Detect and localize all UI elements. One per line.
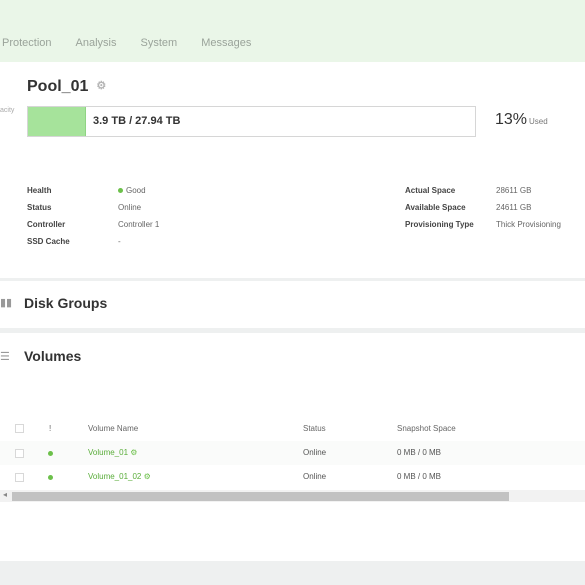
pool-name: Pool_01 xyxy=(27,78,89,95)
row-status-dot xyxy=(48,451,53,456)
gear-icon[interactable]: ⚙ xyxy=(96,79,106,92)
capacity-text: 3.9 TB / 27.94 TB xyxy=(93,115,181,127)
database-icon: ☰ xyxy=(0,351,10,363)
available-space-label: Available Space xyxy=(405,203,466,212)
gear-icon[interactable]: ⚙ xyxy=(144,472,151,481)
scroll-left-icon[interactable]: ◂ xyxy=(3,490,7,499)
provisioning-type-label: Provisioning Type xyxy=(405,220,474,229)
volume-status-cell: Online xyxy=(303,472,327,481)
health-value: Good xyxy=(118,186,146,195)
volumes-panel: ☰ Volumes ! Volume Name Status Snapshot … xyxy=(0,333,585,561)
disk-group-icon: ▮▮ xyxy=(0,297,13,309)
column-alert: ! xyxy=(49,424,52,433)
column-volume-name[interactable]: Volume Name xyxy=(88,424,138,433)
controller-label: Controller xyxy=(27,220,66,229)
used-percent: 13% Used xyxy=(495,111,548,129)
controller-value: Controller 1 xyxy=(118,220,160,229)
snapshot-space-cell: 0 MB / 0 MB xyxy=(397,472,442,481)
row-status-dot xyxy=(48,475,53,480)
available-space-value: 24611 GB xyxy=(496,203,532,212)
actual-space-label: Actual Space xyxy=(405,186,456,195)
volume-name-cell[interactable]: Volume_01 ⚙ xyxy=(88,448,137,457)
column-snapshot-space[interactable]: Snapshot Space xyxy=(397,424,456,433)
scrollbar-thumb[interactable] xyxy=(12,492,509,501)
actual-space-value: 28611 GB xyxy=(496,186,532,195)
health-label: Health xyxy=(27,186,52,195)
nav-messages[interactable]: Messages xyxy=(201,37,251,49)
ssd-cache-label: SSD Cache xyxy=(27,237,70,246)
horizontal-scrollbar[interactable]: ◂ xyxy=(0,490,585,502)
provisioning-type-value: Thick Provisioning xyxy=(496,220,561,229)
gear-icon[interactable]: ⚙ xyxy=(130,448,137,457)
top-navigation-bar: Protection Analysis System Messages xyxy=(0,0,585,62)
snapshot-space-cell: 0 MB / 0 MB xyxy=(397,448,442,457)
used-label: Used xyxy=(529,117,548,126)
capacity-bar: 3.9 TB / 27.94 TB xyxy=(27,106,476,137)
row-checkbox[interactable] xyxy=(15,473,24,482)
used-percent-value: 13% xyxy=(495,111,528,128)
status-value: Online xyxy=(118,203,142,212)
table-row[interactable]: Volume_01_02 ⚙ Online 0 MB / 0 MB xyxy=(0,465,585,489)
nav-system[interactable]: System xyxy=(141,37,178,49)
volume-status-cell: Online xyxy=(303,448,327,457)
row-checkbox[interactable] xyxy=(15,449,24,458)
disk-groups-title[interactable]: Disk Groups xyxy=(24,295,107,311)
ssd-cache-value: - xyxy=(118,237,121,246)
table-row[interactable]: Volume_01 ⚙ Online 0 MB / 0 MB xyxy=(0,441,585,465)
capacity-label: acity xyxy=(0,107,15,114)
select-all-checkbox[interactable] xyxy=(15,424,24,433)
pool-panel: Pool_01 ⚙ acity 3.9 TB / 27.94 TB 13% Used… xyxy=(0,62,585,278)
capacity-bar-fill xyxy=(28,107,86,136)
main-nav: Protection Analysis System Messages xyxy=(2,37,275,49)
volume-name-cell[interactable]: Volume_01_02 ⚙ xyxy=(88,472,151,481)
volume-name-link[interactable]: Volume_01_02 xyxy=(88,472,141,481)
health-text: Good xyxy=(126,186,146,195)
volumes-title[interactable]: Volumes xyxy=(24,348,81,364)
pool-title: Pool_01 ⚙ xyxy=(27,78,106,96)
column-status[interactable]: Status xyxy=(303,424,326,433)
volume-name-link[interactable]: Volume_01 xyxy=(88,448,128,457)
health-status-dot xyxy=(118,188,123,193)
nav-analysis[interactable]: Analysis xyxy=(76,37,117,49)
nav-protection[interactable]: Protection xyxy=(2,37,52,49)
status-label: Status xyxy=(27,203,52,212)
disk-groups-panel[interactable]: ▮▮ Disk Groups xyxy=(0,281,585,328)
